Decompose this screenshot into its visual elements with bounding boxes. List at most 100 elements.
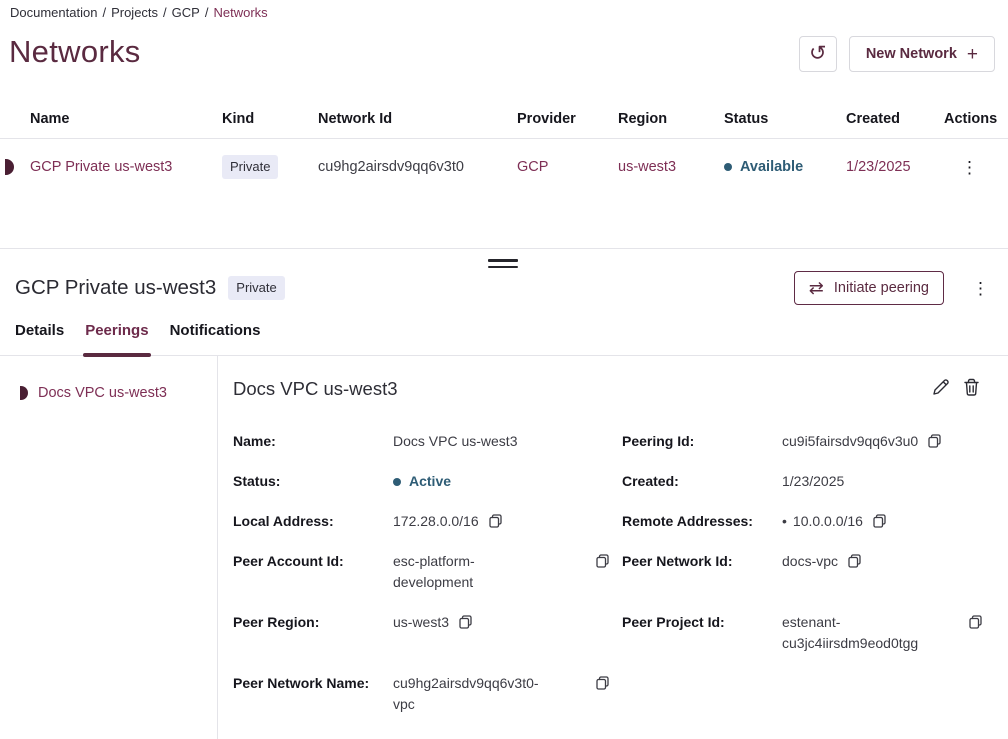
drag-handle-bar [488, 259, 518, 262]
plus-icon: + [967, 45, 978, 64]
delete-peering-button[interactable] [963, 378, 980, 397]
network-kind-cell: Private [222, 155, 318, 179]
field-value: • 10.0.0.0/16 [782, 511, 863, 532]
copy-icon [969, 615, 982, 629]
field-peer-network-name: Peer Network Name: cu9hg2airsdv9qq6v3t0-… [233, 673, 615, 715]
field-peer-region: Peer Region: us-west3 [233, 612, 615, 633]
trash-icon [963, 378, 980, 397]
edit-peering-button[interactable] [931, 378, 950, 397]
network-name-link[interactable]: GCP Private us-west3 [30, 159, 222, 175]
copy-peer-network-id-button[interactable] [848, 554, 861, 568]
pencil-icon [931, 378, 950, 397]
peerings-pane: Docs VPC us-west3 Docs VPC us-west3 [0, 356, 1008, 739]
network-half-moon-icon [5, 159, 14, 175]
peering-header-icons [931, 378, 988, 397]
column-header-provider: Provider [517, 111, 618, 127]
field-value: Docs VPC us-west3 [393, 431, 517, 452]
tab-peerings[interactable]: Peerings [85, 322, 148, 355]
field-label: Status: [233, 471, 393, 492]
copy-icon [459, 615, 472, 629]
networks-table: Name Kind Network Id Provider Region Sta… [0, 100, 1008, 195]
network-id-cell: cu9hg2airsdv9qq6v3t0 [318, 159, 517, 175]
network-icon-cell [0, 159, 30, 175]
copy-local-address-button[interactable] [489, 514, 502, 528]
copy-icon [489, 514, 502, 528]
field-label: Peer Project Id: [622, 612, 782, 633]
field-name: Name: Docs VPC us-west3 [233, 431, 615, 452]
copy-icon [928, 434, 941, 448]
copy-peer-account-id-button[interactable] [596, 554, 609, 568]
new-network-button[interactable]: New Network + [849, 36, 995, 72]
bullet-icon: • [782, 513, 787, 529]
column-header-status: Status [724, 111, 846, 127]
peering-title: Docs VPC us-west3 [233, 378, 398, 400]
breadcrumb-projects[interactable]: Projects [111, 5, 158, 20]
tab-details[interactable]: Details [15, 322, 64, 355]
network-detail-title: GCP Private us-west3 [15, 276, 216, 300]
field-label: Peer Network Name: [233, 673, 393, 694]
copy-peer-network-name-button[interactable] [596, 676, 609, 690]
breadcrumb-gcp[interactable]: GCP [172, 5, 200, 20]
network-detail-kind-badge: Private [228, 276, 284, 300]
field-value: us-west3 [393, 612, 449, 633]
field-label: Peer Network Id: [622, 551, 782, 572]
copy-icon [596, 554, 609, 568]
network-status-cell: Available [724, 159, 846, 175]
field-value: estenant-cu3jc4iirsdm9eod0tgg [782, 612, 942, 654]
copy-peer-region-button[interactable] [459, 615, 472, 629]
field-value: docs-vpc [782, 551, 838, 572]
breadcrumb-separator: / [102, 5, 106, 20]
status-badge: Available [740, 159, 803, 175]
tab-notifications[interactable]: Notifications [170, 322, 261, 355]
field-label: Remote Addresses: [622, 511, 782, 532]
header-actions: ↺ New Network + [799, 36, 995, 72]
column-header-kind: Kind [222, 111, 318, 127]
copy-remote-addresses-button[interactable] [873, 514, 886, 528]
copy-peering-id-button[interactable] [928, 434, 941, 448]
peering-fields: Name: Docs VPC us-west3 Peering Id: cu9i… [233, 431, 988, 715]
kebab-icon: ⋮ [972, 279, 989, 298]
field-value: 1/23/2025 [782, 471, 844, 492]
field-label: Peer Account Id: [233, 551, 393, 572]
refresh-button[interactable]: ↺ [799, 36, 837, 72]
sidebar-item-docs-vpc[interactable]: Docs VPC us-west3 [0, 385, 217, 401]
copy-icon [848, 554, 861, 568]
peering-detail-panel: Docs VPC us-west3 [218, 356, 1008, 739]
network-table-row[interactable]: GCP Private us-west3 Private cu9hg2airsd… [0, 139, 1008, 195]
copy-icon [873, 514, 886, 528]
breadcrumb-separator: / [205, 5, 209, 20]
field-peer-account-id: Peer Account Id: esc-platform-developmen… [233, 551, 615, 593]
peerings-sidebar: Docs VPC us-west3 [0, 356, 218, 739]
field-peer-project-id: Peer Project Id: estenant-cu3jc4iirsdm9e… [622, 612, 988, 654]
field-value: cu9hg2airsdv9qq6v3t0-vpc [393, 673, 553, 715]
field-local-address: Local Address: 172.28.0.0/16 [233, 511, 615, 532]
column-header-name: Name [30, 111, 222, 127]
column-header-network-id: Network Id [318, 111, 517, 127]
page-title: Networks [9, 34, 141, 70]
field-label: Peering Id: [622, 431, 782, 452]
pane-divider [0, 248, 1008, 249]
field-remote-addresses: Remote Addresses: • 10.0.0.0/16 [622, 511, 988, 532]
peering-detail-header: Docs VPC us-west3 [233, 378, 988, 400]
networks-page: Documentation/Projects/GCP/Networks Netw… [0, 0, 1008, 739]
peering-half-moon-icon [20, 386, 28, 400]
breadcrumb: Documentation/Projects/GCP/Networks [10, 5, 268, 20]
initiate-peering-button[interactable]: ⇄ Initiate peering [794, 271, 944, 305]
column-header-actions: Actions [944, 111, 1008, 127]
copy-peer-project-id-button[interactable] [969, 615, 982, 629]
network-detail-header: GCP Private us-west3 Private ⇄ Initiate … [15, 271, 995, 305]
field-peer-network-id: Peer Network Id: docs-vpc [622, 551, 988, 572]
row-kebab-menu-button[interactable]: ⋮ [955, 155, 984, 180]
detail-kebab-menu-button[interactable]: ⋮ [966, 276, 995, 301]
detail-tabs: Details Peerings Notifications [0, 322, 1008, 356]
network-created-cell: 1/23/2025 [846, 159, 944, 175]
breadcrumb-current-networks: Networks [213, 5, 267, 20]
network-region-cell: us-west3 [618, 159, 724, 175]
peering-status: Active [393, 471, 451, 492]
remote-address-value: 10.0.0.0/16 [793, 513, 863, 529]
field-label: Peer Region: [233, 612, 393, 633]
breadcrumb-documentation[interactable]: Documentation [10, 5, 97, 20]
network-actions-cell: ⋮ [944, 155, 1008, 180]
kebab-icon: ⋮ [961, 158, 978, 177]
status-dot-icon [393, 478, 401, 486]
